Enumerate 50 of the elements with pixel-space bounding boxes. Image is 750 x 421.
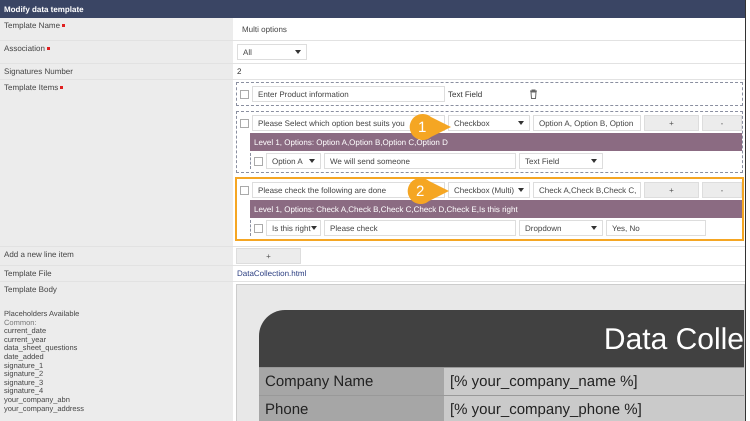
preview-label: Phone	[259, 396, 444, 421]
preview-value: [% your_company_phone %]	[444, 396, 744, 421]
checkbox[interactable]	[240, 186, 249, 194]
text-field[interactable]: Please check	[324, 220, 516, 236]
remove-button[interactable]: -	[702, 115, 742, 131]
caret-icon	[310, 226, 317, 230]
field-label: Template Body	[4, 285, 57, 294]
preview-value: [% your_company_name %]	[444, 368, 744, 395]
caret-icon	[309, 159, 315, 163]
level-bar: Level 1, Options: Option A,Option B,Option C,Option D	[250, 133, 742, 151]
panel-title: Modify data template	[0, 0, 745, 18]
caret-icon	[591, 226, 597, 230]
caret-icon	[295, 50, 301, 54]
option-select[interactable]: Is this right	[266, 220, 321, 236]
field-label: Template File	[4, 269, 52, 278]
checkbox[interactable]	[240, 90, 249, 98]
type-select[interactable]: Checkbox	[448, 115, 530, 131]
values-field[interactable]: Yes, No	[606, 220, 706, 236]
level-bar: Level 1, Options: Check A,Check B,Check C,Check D,Check E,Is this right	[250, 200, 742, 218]
caret-icon	[518, 188, 524, 192]
type-select[interactable]: Text Field	[519, 153, 603, 169]
checkbox[interactable]	[254, 156, 263, 166]
type-select[interactable]: Dropdown	[519, 220, 603, 236]
preview-label: Company Name	[259, 368, 444, 395]
add-button[interactable]: +	[644, 182, 699, 198]
remove-button[interactable]: -	[702, 182, 742, 198]
checkbox[interactable]	[240, 118, 249, 128]
type-label: Text Field	[448, 90, 484, 98]
options-field[interactable]: Option A, Option B, Option	[533, 115, 641, 131]
field-label: Signatures Number	[4, 67, 73, 76]
caret-icon	[591, 159, 597, 163]
caret-icon	[518, 121, 524, 125]
field-label: Add a new line item	[4, 250, 74, 259]
field-label: Association	[4, 44, 45, 53]
step-callout-tooltip: 2	[407, 177, 451, 205]
signatures-value: 2	[237, 67, 242, 76]
question-field[interactable]: Enter Product information	[252, 86, 445, 102]
file-link[interactable]: DataCollection.html	[237, 269, 306, 278]
add-button[interactable]: +	[644, 115, 699, 131]
field-label: Template Name	[4, 21, 60, 30]
trash-icon[interactable]	[529, 89, 538, 99]
preview-title: Data Colle	[604, 323, 744, 357]
field-label: Template Items	[4, 83, 58, 92]
add-line-button[interactable]: +	[236, 248, 301, 264]
type-select[interactable]: Checkbox (Multi)	[448, 182, 530, 198]
options-field[interactable]: Check A,Check B,Check C,	[533, 182, 641, 198]
checkbox[interactable]	[254, 224, 263, 232]
text-field[interactable]: We will send someone	[324, 153, 516, 169]
association-select[interactable]: All	[237, 44, 307, 60]
option-select[interactable]: Option A	[266, 153, 321, 169]
